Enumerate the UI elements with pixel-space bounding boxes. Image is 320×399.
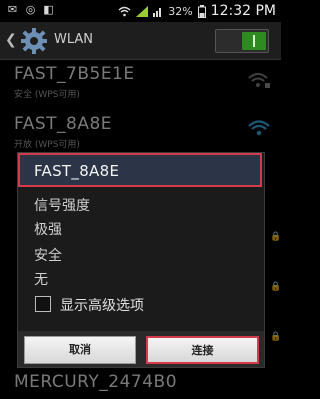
security-label: 安全 xyxy=(34,248,62,264)
back-chevron-icon[interactable]: ❮ xyxy=(5,32,17,48)
clock: 12:32 PM xyxy=(210,3,276,19)
toggle-knob xyxy=(242,32,266,50)
battery-percent: 32% xyxy=(168,4,193,18)
app-bar: ❮ WLAN xyxy=(0,22,281,60)
system-icons: 32% 12:32 PM xyxy=(118,3,276,19)
dialog-title: FAST_8A8E xyxy=(34,162,120,180)
signal-value: 极强 xyxy=(34,222,62,238)
advanced-options-checkbox[interactable] xyxy=(35,296,51,312)
advanced-options-label[interactable]: 显示高级选项 xyxy=(60,295,144,315)
wlan-toggle[interactable] xyxy=(215,29,269,53)
connect-button[interactable]: 连接 xyxy=(146,336,259,364)
cell-signal-icon xyxy=(136,5,149,17)
dialog-buttons: 取消 连接 xyxy=(18,331,264,367)
dialog-title-bar: FAST_8A8E xyxy=(18,153,262,187)
notification-icons: ✉ ◎ ◧ xyxy=(6,3,55,16)
mail-icon: ✉ xyxy=(7,3,18,16)
signal-label: 信号强度 xyxy=(34,198,90,214)
network-dialog: FAST_8A8E 信号强度 极强 安全 无 显示高级选项 取消 连接 xyxy=(17,152,265,368)
status-bar: ✉ ◎ ◧ 32% 12:32 PM xyxy=(0,0,281,22)
gear-icon[interactable] xyxy=(21,28,47,54)
signal-bars-icon xyxy=(153,7,162,17)
vibrate-icon: ◎ xyxy=(25,3,36,16)
cancel-button[interactable]: 取消 xyxy=(24,336,136,364)
gallery-icon: ◧ xyxy=(43,3,54,16)
security-value: 无 xyxy=(34,272,48,288)
wifi-signal-icon xyxy=(118,6,131,16)
page-title: WLAN xyxy=(54,32,94,47)
battery-icon xyxy=(197,4,206,18)
